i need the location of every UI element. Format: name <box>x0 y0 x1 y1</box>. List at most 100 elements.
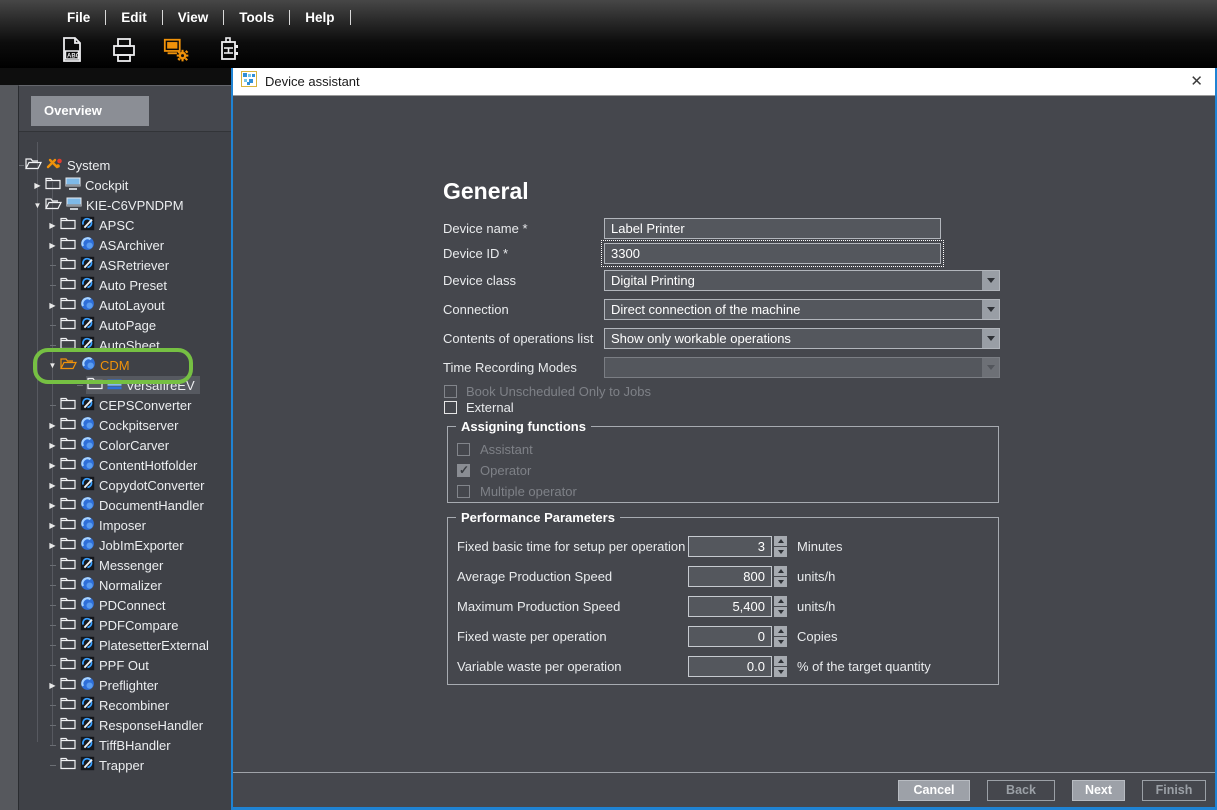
tree-item-imposer[interactable]: ▶Imposer <box>19 515 231 535</box>
back-button: Back <box>987 780 1055 801</box>
tree-item-pdconnect[interactable]: PDConnect <box>19 595 231 615</box>
expander-right-icon[interactable]: ▶ <box>46 539 59 552</box>
perf-unit: units/h <box>797 569 835 584</box>
tree-item-label: JobImExporter <box>99 538 184 553</box>
menu-view[interactable]: View <box>163 8 224 27</box>
tree-item-label: Preflighter <box>99 678 158 693</box>
chevron-down-icon[interactable] <box>982 329 999 348</box>
tree-item-autolayout[interactable]: ▶AutoLayout <box>19 295 231 315</box>
tree-item-label: APSC <box>99 218 134 233</box>
tree-item-colorcarver[interactable]: ▶ColorCarver <box>19 435 231 455</box>
spin-down-icon[interactable] <box>774 547 787 557</box>
spin-down-icon[interactable] <box>774 637 787 647</box>
machine-icon[interactable] <box>214 36 242 64</box>
folder-icon <box>60 697 76 713</box>
tree-item-body: System <box>24 156 115 174</box>
expander-right-icon[interactable]: ▶ <box>46 519 59 532</box>
tree-item-jobimexporter[interactable]: ▶ JobImExporter <box>19 535 231 555</box>
cancel-button[interactable]: Cancel <box>898 780 970 801</box>
menu-edit[interactable]: Edit <box>106 8 162 27</box>
tree-item-autopage[interactable]: AutoPage <box>19 315 231 335</box>
device-id-label: Device ID * <box>443 246 604 261</box>
tree-item-cockpit[interactable]: ▶Cockpit <box>19 175 231 195</box>
tree-item-cepsconverter[interactable]: CEPSConverter <box>19 395 231 415</box>
tree-item-cockpitserver[interactable]: ▶Cockpitserver <box>19 415 231 435</box>
spin-up-icon[interactable] <box>774 656 787 666</box>
expander-right-icon[interactable]: ▶ <box>31 179 44 192</box>
tab-overview[interactable]: Overview <box>31 96 149 126</box>
tree-item-copydotconverter[interactable]: ▶ CopydotConverter <box>19 475 231 495</box>
tree-item-trapper[interactable]: Trapper <box>19 755 231 775</box>
tree-item-label: AutoSheet <box>99 338 160 353</box>
tree-item-pdfcompare[interactable]: PDFCompare <box>19 615 231 635</box>
tree-item-recombiner[interactable]: Recombiner <box>19 695 231 715</box>
expander-right-icon[interactable]: ▶ <box>46 499 59 512</box>
tree-item-tiffbhandler[interactable]: TiffBHandler <box>19 735 231 755</box>
tree-branch-tick <box>46 339 59 352</box>
expander-right-icon[interactable]: ▶ <box>46 299 59 312</box>
tree-item-normalizer[interactable]: Normalizer <box>19 575 231 595</box>
expander-right-icon[interactable]: ▶ <box>46 239 59 252</box>
page-title: General <box>443 178 529 205</box>
tree-item-system[interactable]: System <box>19 155 231 175</box>
chevron-down-icon[interactable] <box>982 271 999 290</box>
tree-item-body: Cockpit <box>44 176 133 195</box>
tree-item-ppf-out[interactable]: PPF Out <box>19 655 231 675</box>
fixed-waste-per-operation-input[interactable]: 0 <box>688 626 772 647</box>
spin-down-icon[interactable] <box>774 667 787 677</box>
tree-item-cdm[interactable]: ▼CDM <box>19 355 231 375</box>
operations-list-select[interactable]: Show only workable operations <box>604 328 1000 349</box>
expander-right-icon[interactable]: ▶ <box>46 219 59 232</box>
tree-item-contenthotfolder[interactable]: ▶ ContentHotfolder <box>19 455 231 475</box>
device-name-input[interactable] <box>604 218 941 239</box>
tree-item-label: CopydotConverter <box>99 478 205 493</box>
spin-up-icon[interactable] <box>774 596 787 606</box>
external-checkbox[interactable] <box>444 401 457 414</box>
expander-down-icon[interactable]: ▼ <box>46 359 59 372</box>
expander-right-icon[interactable]: ▶ <box>46 459 59 472</box>
device-class-select[interactable]: Digital Printing <box>604 270 1000 291</box>
tree-item-auto-preset[interactable]: Auto Preset <box>19 275 231 295</box>
device-id-input[interactable] <box>604 243 941 264</box>
operator-label: Operator <box>480 463 531 478</box>
tree-item-documenthandler[interactable]: ▶DocumentHandler <box>19 495 231 515</box>
menu-tools[interactable]: Tools <box>224 8 289 27</box>
device-assistant-dialog: Device assistant ✕ General Device name *… <box>231 68 1217 810</box>
tree-item-apsc[interactable]: ▶ APSC <box>19 215 231 235</box>
spin-down-icon[interactable] <box>774 607 787 617</box>
spin-up-icon[interactable] <box>774 566 787 576</box>
next-button[interactable]: Next <box>1072 780 1125 801</box>
tree-item-asarchiver[interactable]: ▶ASArchiver <box>19 235 231 255</box>
expander-right-icon[interactable]: ▶ <box>46 679 59 692</box>
spin-up-icon[interactable] <box>774 536 787 546</box>
tree-item-autosheet[interactable]: AutoSheet <box>19 335 231 355</box>
tree-item-messenger[interactable]: Messenger <box>19 555 231 575</box>
spin-up-icon[interactable] <box>774 626 787 636</box>
maximum-production-speed-input[interactable]: 5,400 <box>688 596 772 617</box>
variable-waste-per-operation-input[interactable]: 0.0 <box>688 656 772 677</box>
assigning-functions-items: AssistantOperatorMultiple operator <box>448 427 998 498</box>
tree-item-asretriever[interactable]: ASRetriever <box>19 255 231 275</box>
expander-right-icon[interactable]: ▶ <box>46 479 59 492</box>
printer-icon[interactable] <box>110 36 138 64</box>
expander-right-icon[interactable]: ▶ <box>46 439 59 452</box>
fixed-basic-time-for-setup-per-operation-input[interactable]: 3 <box>688 536 772 557</box>
chevron-down-icon[interactable] <box>982 300 999 319</box>
preflight-document-icon[interactable]: ABC <box>58 36 86 64</box>
device-settings-icon[interactable] <box>162 36 190 64</box>
expander-down-icon[interactable]: ▼ <box>31 199 44 212</box>
close-icon[interactable]: ✕ <box>1190 74 1203 89</box>
expander-right-icon[interactable]: ▶ <box>46 419 59 432</box>
menu-help[interactable]: Help <box>290 8 349 27</box>
menu-file[interactable]: File <box>52 8 105 27</box>
tree-item-label: ContentHotfolder <box>99 458 197 473</box>
spin-down-icon[interactable] <box>774 577 787 587</box>
average-production-speed-input[interactable]: 800 <box>688 566 772 587</box>
tree-item-responsehandler[interactable]: ResponseHandler <box>19 715 231 735</box>
tree-item-platesetterexternal[interactable]: PlatesetterExternal <box>19 635 231 655</box>
tree-item-preflighter[interactable]: ▶ Preflighter <box>19 675 231 695</box>
folder-icon <box>60 477 76 493</box>
tree-item-versafireev[interactable]: VersafireEV <box>19 375 231 395</box>
tree-item-kie-c6vpndpm[interactable]: ▼KIE-C6VPNDPM <box>19 195 231 215</box>
connection-select[interactable]: Direct connection of the machine <box>604 299 1000 320</box>
